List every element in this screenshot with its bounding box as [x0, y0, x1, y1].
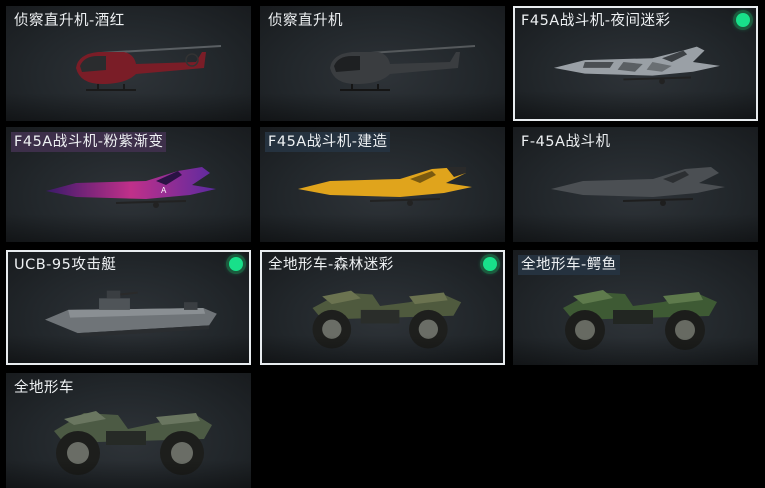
vehicle-card[interactable]: 侦察直升机 — [260, 6, 505, 121]
equipped-indicator — [483, 257, 497, 271]
vehicle-card[interactable]: 全地形车-森林迷彩 — [260, 250, 505, 365]
vehicle-name: 全地形车-鳄鱼 — [518, 255, 620, 275]
vehicle-name: UCB-95攻击艇 — [14, 257, 117, 273]
vehicle-card[interactable]: F45A战斗机-夜间迷彩 — [513, 6, 758, 121]
vehicle-card[interactable]: F-45A战斗机 — [513, 127, 758, 242]
vehicle-name: 侦察直升机 — [268, 13, 343, 29]
vehicle-card[interactable]: 侦察直升机-酒红 — [6, 6, 251, 121]
vehicle-card[interactable]: 全地形车-鳄鱼 — [513, 250, 758, 365]
vehicle-name: F45A战斗机-粉紫渐变 — [11, 132, 167, 152]
equipped-indicator — [229, 257, 243, 271]
vehicle-card[interactable]: 全地形车 — [6, 373, 251, 488]
vehicle-name: F45A战斗机-夜间迷彩 — [521, 13, 671, 29]
vehicle-card[interactable]: UCB-95攻击艇 — [6, 250, 251, 365]
vehicle-name: 全地形车-森林迷彩 — [268, 257, 394, 273]
vehicle-card[interactable]: A F45A战斗机-粉紫渐变 — [6, 127, 251, 242]
vehicle-card[interactable]: F45A战斗机-建造 — [260, 127, 505, 242]
equipped-indicator — [736, 13, 750, 27]
vehicle-name: F45A战斗机-建造 — [265, 132, 391, 152]
svg-text:A: A — [161, 186, 167, 195]
vehicle-name: 侦察直升机-酒红 — [14, 13, 125, 29]
vehicle-name: 全地形车 — [14, 380, 74, 396]
vehicle-name: F-45A战斗机 — [521, 134, 611, 150]
